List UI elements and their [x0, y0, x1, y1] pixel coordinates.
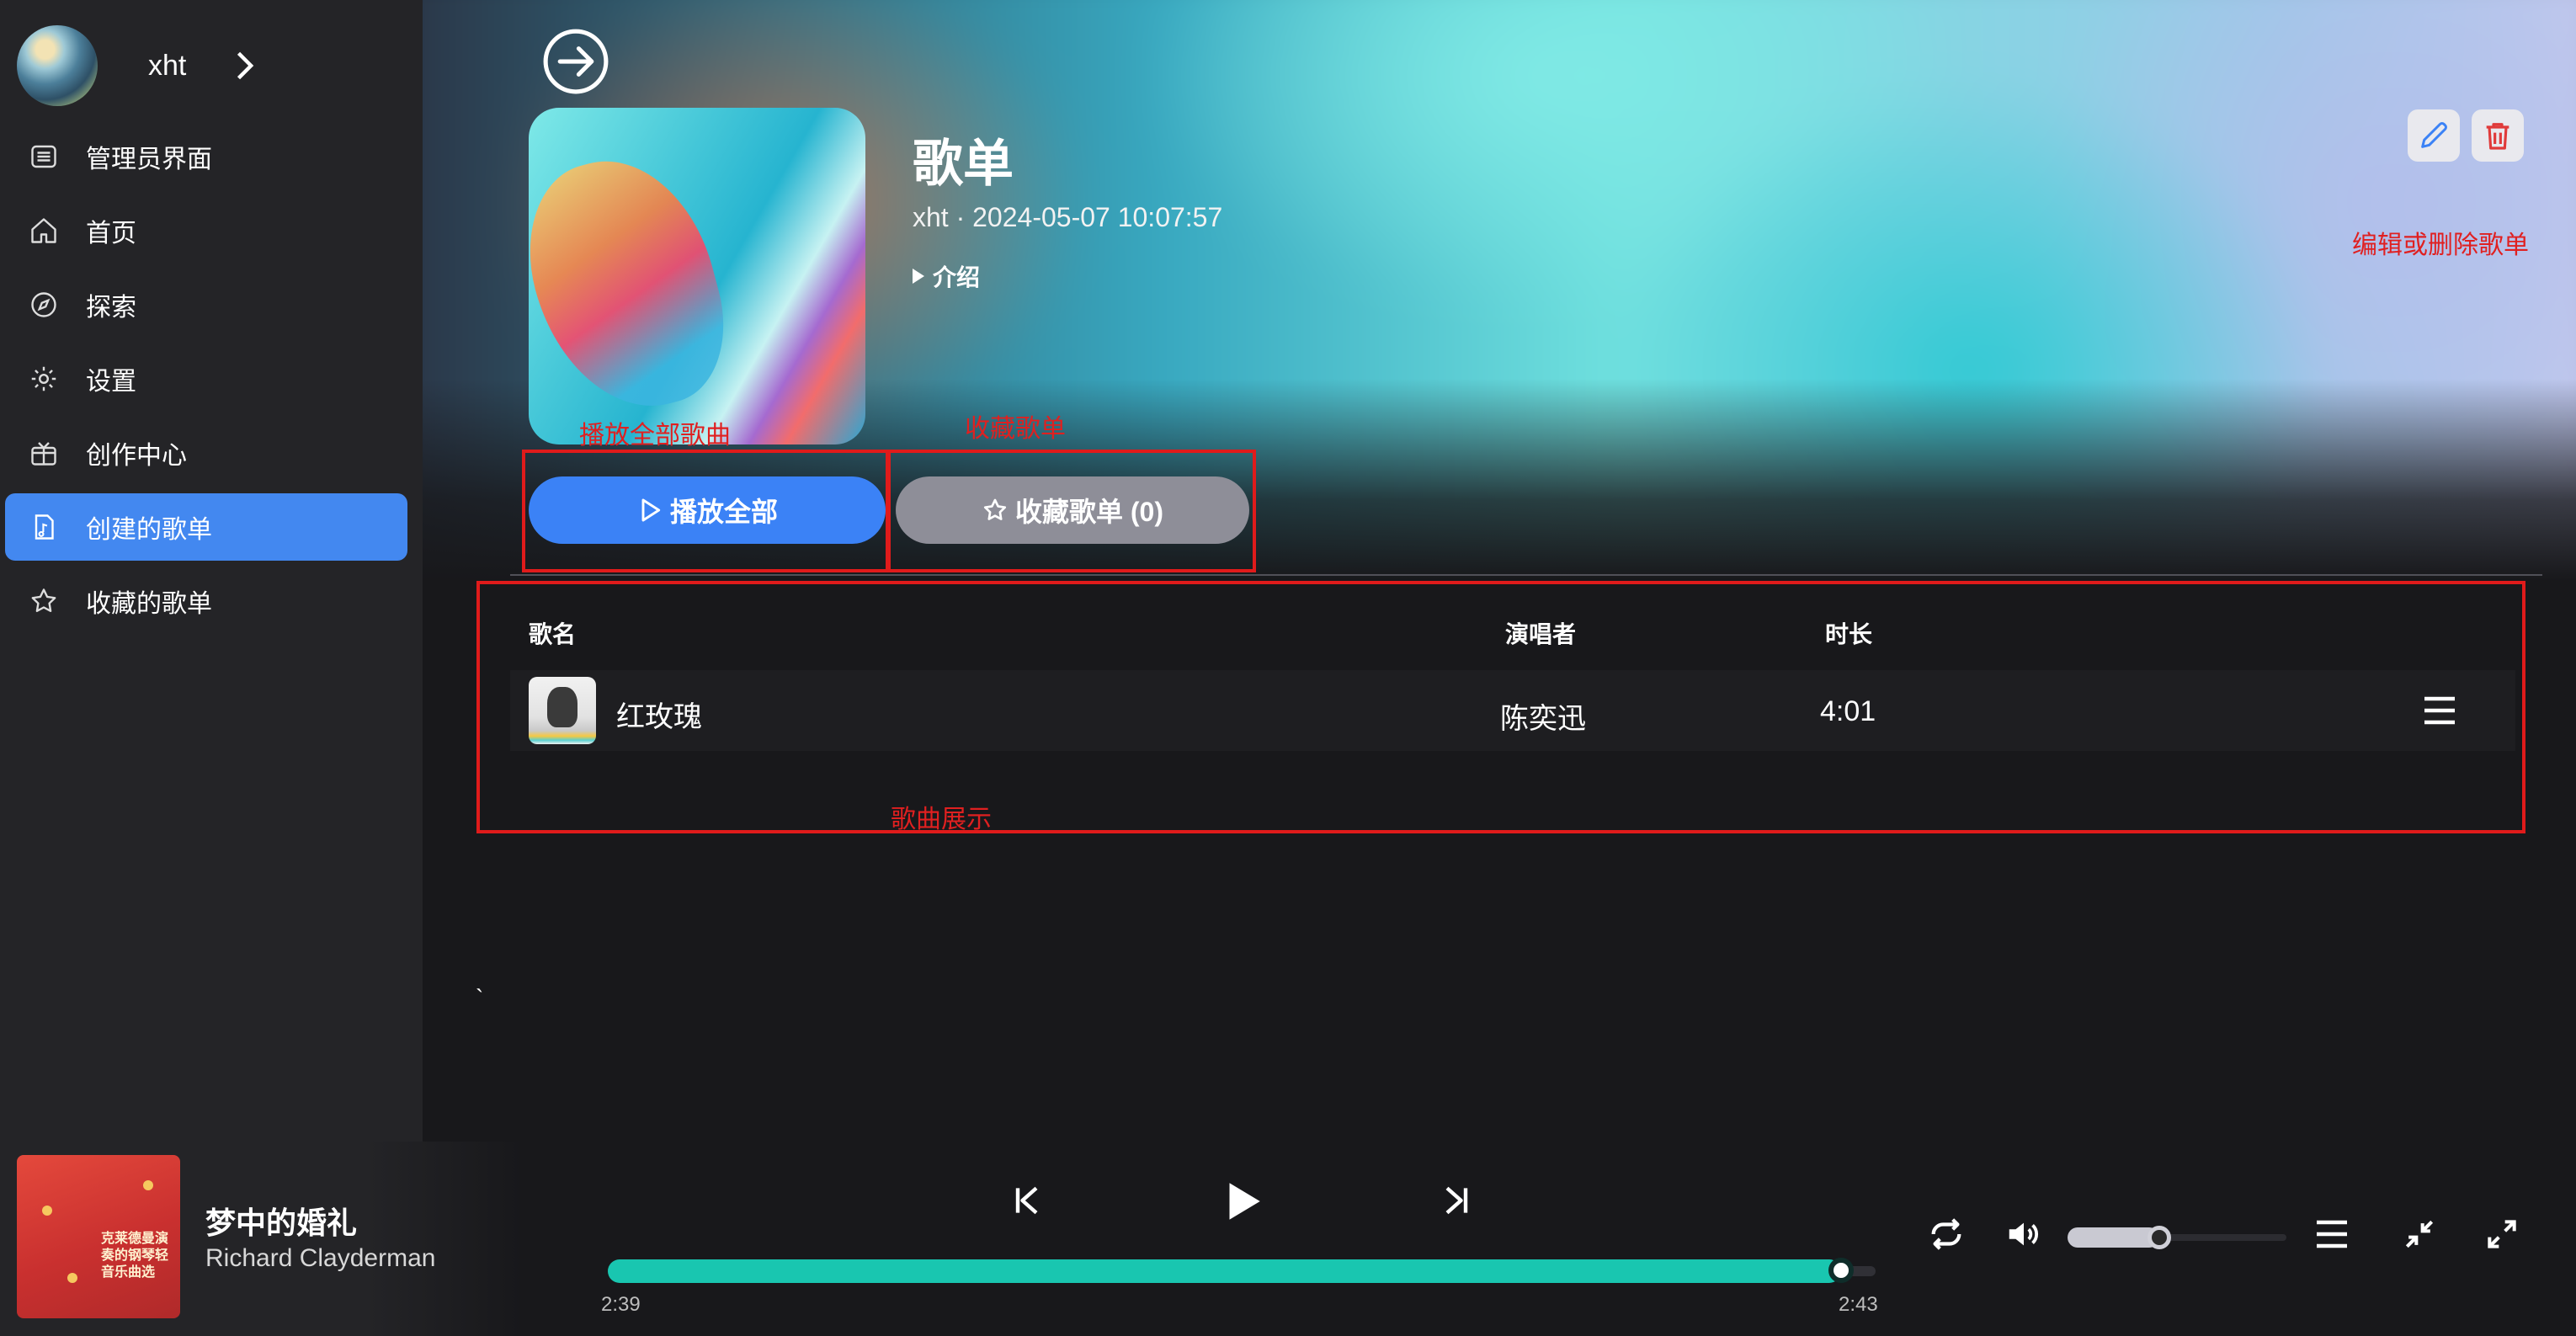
volume-fill — [2068, 1227, 2160, 1248]
skip-previous-icon — [1015, 1186, 1038, 1215]
expand-icon — [2488, 1220, 2516, 1248]
now-playing: 克莱德曼演奏的钢琴轻音乐曲选 梦中的婚礼 Richard Clayderman — [0, 1142, 522, 1336]
sidebar-item-label: 创作中心 — [86, 442, 187, 470]
next-button[interactable] — [1431, 1175, 1482, 1226]
repeat-icon — [1931, 1218, 1961, 1250]
user-name[interactable]: xht — [148, 50, 186, 83]
annotation-box-songs — [476, 581, 2525, 833]
pencil-icon — [2421, 122, 2447, 148]
skip-next-icon — [1445, 1186, 1468, 1215]
annotation-label-edit-delete: 编辑或删除歌单 — [2352, 232, 2529, 259]
caret-right-icon — [913, 269, 924, 284]
sidebar-item-home[interactable]: 首页 — [5, 197, 407, 264]
sidebar-item-label: 收藏的歌单 — [86, 590, 212, 618]
sidebar-item-explore[interactable]: 探索 — [5, 271, 407, 338]
cover-text: 克莱德曼演奏的钢琴轻音乐曲选 — [101, 1232, 169, 1280]
sidebar-item-label: 创建的歌单 — [86, 516, 212, 544]
annotation-box-collect — [887, 450, 1256, 572]
now-playing-title: 梦中的婚礼 — [205, 1206, 358, 1240]
now-playing-artist: Richard Clayderman — [205, 1244, 436, 1272]
sidebar-item-admin[interactable]: 管理员界面 — [5, 123, 407, 190]
now-playing-cover[interactable]: 克莱德曼演奏的钢琴轻音乐曲选 — [17, 1155, 180, 1318]
play-icon — [1229, 1183, 1260, 1220]
total-time: 2:43 — [1839, 1293, 1878, 1316]
star-icon — [31, 588, 56, 613]
playlist-doc-icon — [35, 514, 54, 540]
volume-icon — [2009, 1222, 2039, 1246]
sidebar-item-creator[interactable]: 创作中心 — [5, 419, 407, 487]
sidebar-item-label: 设置 — [86, 368, 136, 396]
intro-label: 介绍 — [933, 264, 981, 290]
collapse-icon — [2405, 1220, 2434, 1248]
playlist-meta: xht · 2024-05-07 10:07:57 — [913, 202, 1223, 232]
volume-button[interactable] — [1999, 1209, 2049, 1259]
sidebar-nav: 管理员界面 首页 探索 设置 创作中心 创建的歌单 收藏的歌单 — [0, 123, 423, 641]
progress-bar[interactable] — [608, 1258, 1876, 1283]
queue-list-icon — [2317, 1220, 2347, 1248]
user-profile[interactable]: xht — [17, 24, 262, 108]
home-icon — [31, 218, 56, 243]
playlist-cover — [529, 108, 865, 444]
previous-button[interactable] — [1002, 1175, 1052, 1226]
fullscreen-button[interactable] — [2477, 1209, 2527, 1259]
minimize-button[interactable] — [2394, 1209, 2445, 1259]
stray-mark: ` — [476, 985, 484, 1011]
playlist-title: 歌单 — [913, 136, 1014, 192]
player-bar: 克莱德曼演奏的钢琴轻音乐曲选 梦中的婚礼 Richard Clayderman … — [0, 1142, 2576, 1336]
intro-toggle[interactable]: 介绍 — [913, 259, 980, 293]
volume-slider[interactable] — [2068, 1226, 2286, 1249]
sidebar-item-label: 探索 — [86, 294, 136, 322]
annotation-label-collect: 收藏歌单 — [965, 415, 1066, 443]
sidebar-item-label: 首页 — [86, 220, 136, 248]
gear-icon — [31, 366, 56, 391]
back-arrow-icon[interactable] — [541, 27, 610, 96]
playlist-queue-button[interactable] — [2307, 1209, 2357, 1259]
edit-playlist-button[interactable] — [2408, 109, 2460, 162]
delete-playlist-button[interactable] — [2472, 109, 2524, 162]
play-button[interactable] — [1212, 1172, 1271, 1231]
sidebar: xht 管理员界面 首页 探索 设置 创作中心 创建的歌单 收藏的歌单 — [0, 0, 423, 1336]
compass-icon — [31, 292, 56, 317]
trash-icon — [2486, 123, 2509, 150]
repeat-button[interactable] — [1921, 1209, 1972, 1259]
creator-icon — [31, 442, 56, 466]
annotation-label-play-all: 播放全部歌曲 — [579, 422, 731, 450]
sidebar-item-settings[interactable]: 设置 — [5, 345, 407, 413]
annotation-box-play-all — [522, 450, 889, 572]
progress-fill — [608, 1259, 1842, 1283]
annotation-label-songs: 歌曲展示 — [891, 806, 992, 833]
sidebar-item-favorite-playlists[interactable]: 收藏的歌单 — [5, 567, 407, 635]
progress-handle[interactable] — [1828, 1258, 1855, 1283]
volume-handle[interactable] — [2148, 1226, 2172, 1249]
avatar[interactable] — [17, 25, 98, 106]
sidebar-item-created-playlists[interactable]: 创建的歌单 — [5, 493, 407, 561]
chevron-right-icon[interactable] — [225, 47, 262, 84]
current-time: 2:39 — [601, 1293, 641, 1316]
cover-art — [529, 139, 744, 430]
divider — [510, 574, 2542, 576]
sidebar-item-label: 管理员界面 — [86, 146, 212, 173]
admin-list-icon — [31, 145, 56, 168]
